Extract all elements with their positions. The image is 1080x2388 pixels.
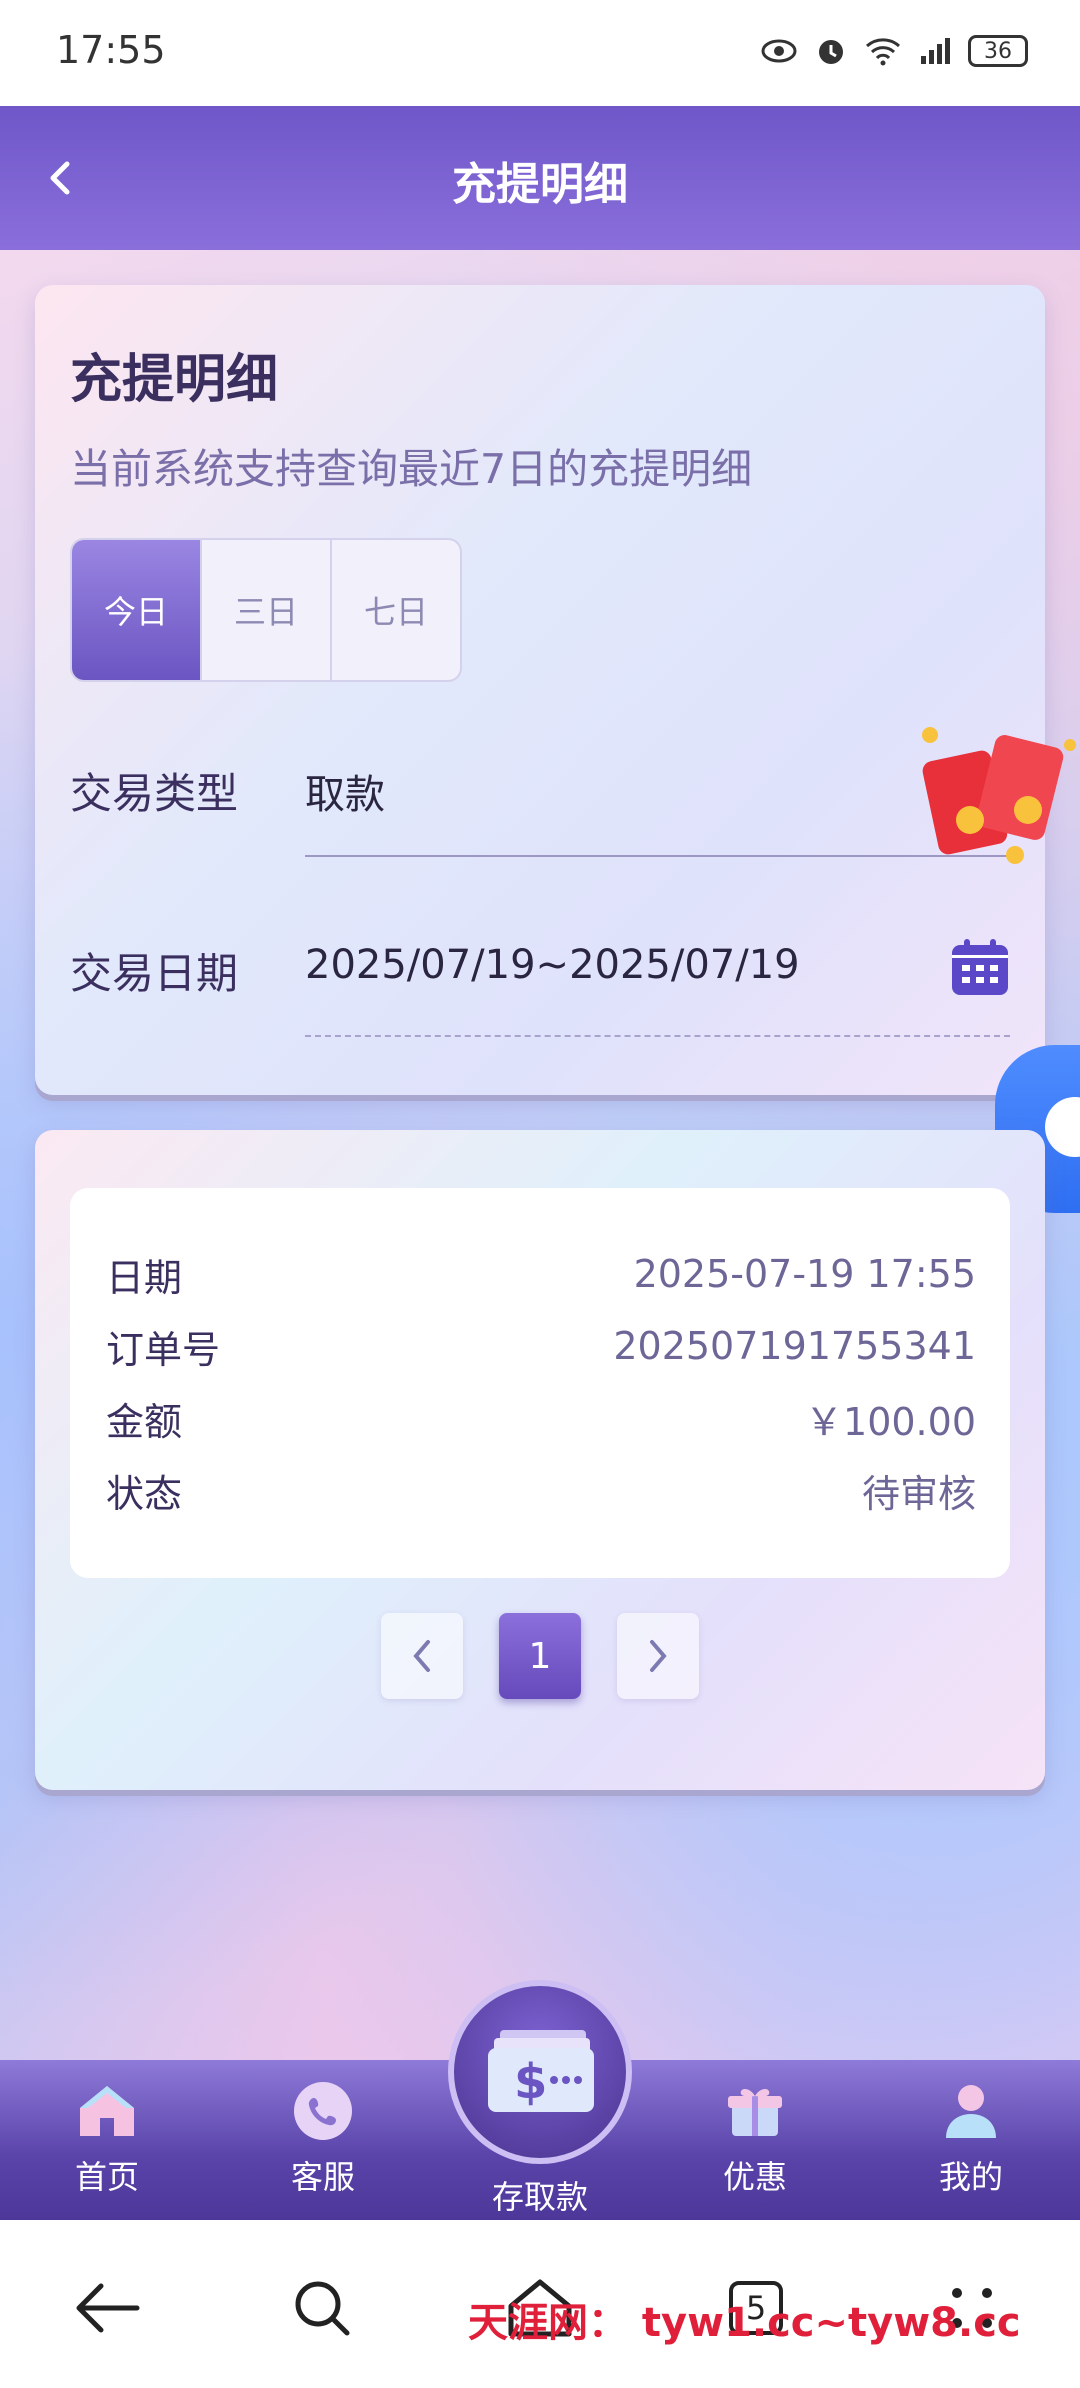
transaction-date-field[interactable]: 2025/07/19~2025/07/19 (305, 942, 800, 988)
records-card: 日期 2025-07-19 17:55 订单号 202507191755341 … (35, 1130, 1045, 1790)
battery-icon: 36 (968, 35, 1028, 67)
search-icon (295, 2281, 350, 2336)
status-icons: 36 (760, 32, 1028, 70)
next-page-button[interactable] (617, 1613, 699, 1699)
record-item: 日期 2025-07-19 17:55 订单号 202507191755341 … (70, 1188, 1010, 1578)
calendar-icon[interactable] (950, 937, 1010, 997)
order-label: 订单号 (106, 1327, 221, 1372)
nav-service[interactable]: 客服 (248, 2080, 398, 2210)
eye-icon (760, 32, 798, 70)
tab-today[interactable]: 今日 (72, 540, 202, 680)
prev-page-button[interactable] (381, 1613, 463, 1699)
chevron-right-icon (650, 1640, 667, 1672)
signal-icon (916, 32, 954, 70)
app-header: 充提明细 (0, 106, 1080, 250)
transaction-type-label: 交易类型 (70, 769, 239, 818)
status-value: 待审核 (861, 1471, 976, 1516)
page-title: 充提明细 (452, 159, 628, 210)
wifi-icon (864, 32, 902, 70)
transaction-date-label: 交易日期 (70, 949, 239, 998)
sys-back-button[interactable] (68, 2268, 148, 2348)
phone-icon (294, 2082, 352, 2140)
tab-three-days[interactable]: 三日 (202, 540, 332, 680)
status-bar: 17:55 36 (0, 0, 1080, 106)
transaction-type-select[interactable]: 取款 (305, 762, 385, 820)
pagination: 1 (35, 1613, 1045, 1699)
deposit-withdraw-button[interactable]: $ (448, 1980, 632, 2164)
svg-text:$: $ (514, 2054, 547, 2110)
red-packet-icon[interactable] (910, 715, 1080, 875)
alarm-icon (812, 32, 850, 70)
date-value: 2025-07-19 17:55 (633, 1252, 976, 1296)
record-row: 订单号 202507191755341 (106, 1316, 976, 1376)
nav-promo-label: 优惠 (722, 2158, 787, 2196)
record-row: 日期 2025-07-19 17:55 (106, 1244, 976, 1304)
date-label: 日期 (106, 1255, 183, 1300)
gift-icon (728, 2089, 782, 2136)
nav-service-label: 客服 (290, 2158, 355, 2196)
wallet-icon: $ (488, 2030, 594, 2112)
card-subtitle: 当前系统支持查询最近7日的充提明细 (70, 445, 753, 493)
nav-home[interactable]: 首页 (32, 2080, 182, 2210)
amount-value: ￥100.00 (805, 1399, 976, 1444)
date-range-tabs: 今日 三日 七日 (70, 538, 462, 682)
chevron-left-icon (413, 1640, 430, 1672)
sys-search-button[interactable] (282, 2268, 362, 2348)
nav-deposit-label: 存取款 (491, 2178, 588, 2216)
tab-seven-days[interactable]: 七日 (332, 540, 460, 680)
record-row: 状态 待审核 (106, 1460, 976, 1520)
nav-mine-label: 我的 (938, 2158, 1003, 2196)
record-row: 金额 ￥100.00 (106, 1388, 976, 1448)
card-title: 充提明细 (70, 350, 279, 410)
amount-label: 金额 (106, 1399, 183, 1444)
home-icon (80, 2086, 134, 2136)
page-1-button[interactable]: 1 (499, 1613, 581, 1699)
watermark: 天涯网： tyw1.cc~tyw8.cc (468, 2300, 1021, 2346)
user-icon (946, 2085, 996, 2138)
order-value: 202507191755341 (613, 1324, 976, 1368)
divider (305, 1035, 1010, 1037)
nav-home-label: 首页 (74, 2158, 139, 2196)
divider (305, 855, 1010, 857)
status-time: 17:55 (56, 28, 166, 72)
status-label: 状态 (106, 1471, 183, 1516)
filter-card: 充提明细 当前系统支持查询最近7日的充提明细 今日 三日 七日 交易类型 取款 … (35, 285, 1076, 1095)
nav-mine[interactable]: 我的 (896, 2080, 1046, 2210)
nav-promo[interactable]: 优惠 (680, 2080, 830, 2210)
arrow-left-icon (76, 2283, 140, 2333)
